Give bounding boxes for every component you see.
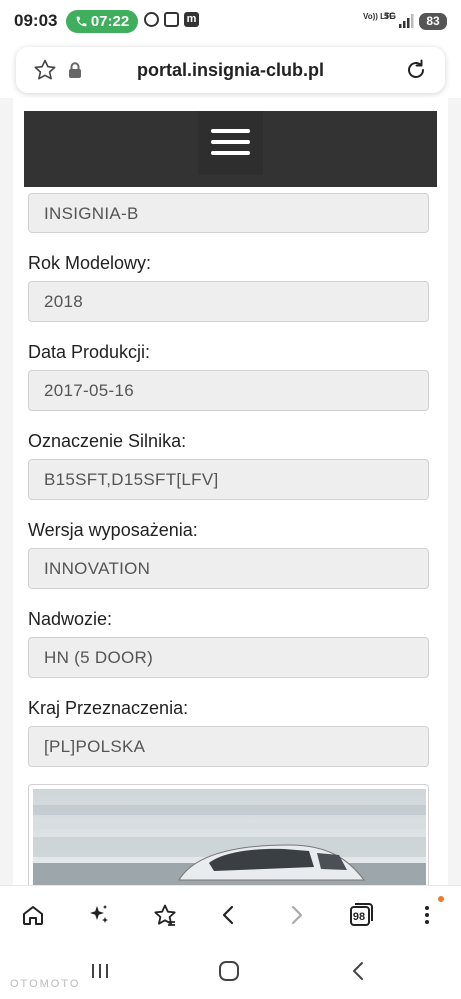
body-type-field[interactable]: HN (5 DOOR) xyxy=(28,637,429,678)
trim-version-field[interactable]: INNOVATION xyxy=(28,548,429,589)
reload-icon[interactable] xyxy=(404,58,428,82)
hamburger-menu-button[interactable] xyxy=(198,111,263,175)
notification-dot xyxy=(438,896,444,902)
model-year-field[interactable]: 2018 xyxy=(28,281,429,322)
body-type-label: Nadwozie: xyxy=(28,609,113,629)
trim-version-label: Wersja wyposażenia: xyxy=(28,520,198,540)
shield-status-icon xyxy=(144,12,159,27)
engine-code-label: Oznaczenie Silnika: xyxy=(28,431,187,451)
chevron-right-icon xyxy=(291,905,303,925)
site-navbar xyxy=(24,111,437,187)
back-button[interactable] xyxy=(214,900,244,930)
sparkle-icon xyxy=(90,905,108,923)
menu-icon xyxy=(211,129,250,133)
production-date-label: Data Produkcji: xyxy=(28,342,151,362)
car-image xyxy=(33,789,426,893)
recent-apps-button[interactable] xyxy=(85,956,115,986)
system-back-button[interactable] xyxy=(343,956,373,986)
address-bar[interactable]: portal.insignia-club.pl xyxy=(16,47,445,93)
back-arrow-icon xyxy=(353,962,363,980)
model-field[interactable]: INSIGNIA-B xyxy=(28,193,429,233)
more-vertical-icon xyxy=(425,906,429,924)
call-timer-text: 07:22 xyxy=(90,13,130,30)
call-timer-pill[interactable]: 07:22 xyxy=(66,10,138,33)
ai-assistant-button[interactable] xyxy=(84,900,114,930)
screenshot-status-icon xyxy=(164,12,179,27)
forward-button[interactable] xyxy=(281,900,311,930)
more-menu-button[interactable] xyxy=(412,900,442,930)
tab-count: 98 xyxy=(352,911,366,923)
network-type: 5G xyxy=(384,11,397,21)
bookmarks-star-icon xyxy=(154,904,176,926)
chevron-left-icon xyxy=(222,905,234,925)
home-square-icon xyxy=(219,961,239,981)
url-text[interactable]: portal.insignia-club.pl xyxy=(16,60,445,81)
phone-icon xyxy=(76,16,87,27)
home-button[interactable] xyxy=(18,900,48,930)
app-notification-icon: m xyxy=(184,12,199,27)
status-time: 09:03 xyxy=(14,11,58,30)
watermark: OTOMOTO xyxy=(10,978,81,990)
recents-icon xyxy=(92,964,108,978)
engine-code-field[interactable]: B15SFT,D15SFT[LFV] xyxy=(28,459,429,500)
destination-country-field[interactable]: [PL]POLSKA xyxy=(28,726,429,767)
signal-icon xyxy=(399,14,414,28)
tabs-button[interactable]: 98 xyxy=(346,900,376,930)
bookmarks-button[interactable] xyxy=(150,900,180,930)
system-navigation-bar xyxy=(0,942,461,999)
status-bar: 09:03 07:22 m Vo)) LTE 5G 83 xyxy=(0,0,461,42)
production-date-field[interactable]: 2017-05-16 xyxy=(28,370,429,411)
home-icon xyxy=(23,906,43,925)
browser-toolbar: 98 xyxy=(0,885,461,942)
model-year-label: Rok Modelowy: xyxy=(28,253,152,273)
destination-country-label: Kraj Przeznaczenia: xyxy=(28,698,189,718)
battery-icon: 83 xyxy=(419,13,447,30)
car-photo xyxy=(28,784,429,894)
system-home-button[interactable] xyxy=(214,956,244,986)
